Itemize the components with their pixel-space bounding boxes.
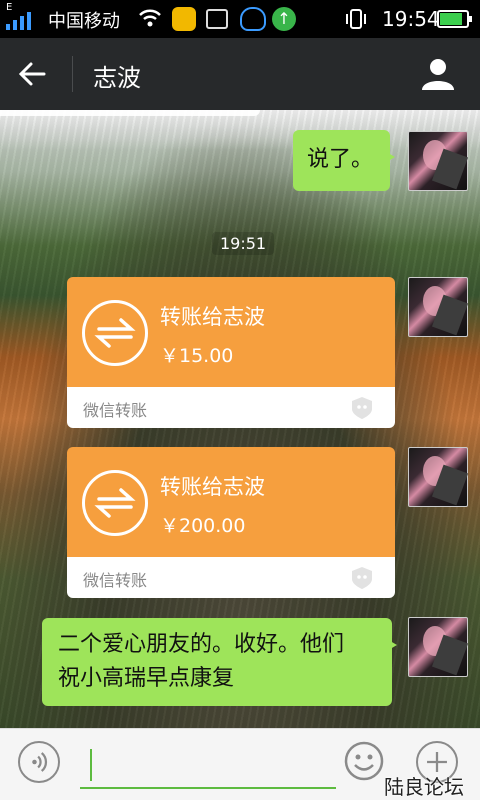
transfer-arrows-icon [82,470,148,536]
chat-area[interactable]: 说了。 19:51 转账给志波 ￥15.00 微信转账 转账给志波 ￥200.0… [0,110,480,728]
avatar[interactable] [408,617,468,677]
app-icon [172,7,196,31]
transfer-card-footer: 微信转账 [67,387,395,428]
vibrate-icon [346,9,366,29]
transfer-title: 转账给志波 [160,305,265,329]
transfer-title: 转账给志波 [160,475,265,499]
avatar[interactable] [408,447,468,507]
message-text-line: 二个爱心朋友的。收好。他们 [58,632,345,657]
message-timestamp: 19:51 [212,232,275,255]
input-bar: 陆良论坛 [0,728,480,800]
battery-icon [437,10,472,28]
transfer-amount: ￥200.00 [160,515,246,537]
qq-icon [240,7,266,31]
header-divider [72,56,73,92]
previous-message-edge [0,110,260,116]
chat-header: 志波 [0,38,480,110]
transfer-card-body: 转账给志波 ￥15.00 [67,277,395,387]
transfer-arrows-icon [82,300,148,366]
wechat-pay-icon [352,397,372,419]
transfer-amount: ￥15.00 [160,345,234,367]
voice-input-icon[interactable] [18,741,60,783]
wechat-pay-icon [352,567,372,589]
transfer-card-footer: 微信转账 [67,557,395,598]
transfer-card[interactable]: 转账给志波 ￥200.00 微信转账 [67,447,395,598]
transfer-label: 微信转账 [83,571,148,590]
message-bubble[interactable]: 二个爱心朋友的。收好。他们 祝小高瑞早点康复 [42,618,397,706]
upload-arrow-icon: ↑ [272,7,296,31]
image-icon [206,9,228,29]
back-arrow-icon[interactable] [16,58,48,90]
message-text-line: 祝小高瑞早点康复 [58,666,235,691]
chat-title: 志波 [93,64,141,92]
emoji-icon[interactable] [344,741,384,781]
status-bar: E 中国移动 ↑ 19:54 [0,0,480,38]
signal-strength-icon [6,12,31,30]
text-caret [90,749,92,781]
forum-watermark: 陆良论坛 [384,775,464,799]
transfer-label: 微信转账 [83,401,148,420]
battery-level [440,13,462,25]
profile-icon[interactable] [420,56,456,92]
avatar[interactable] [408,131,468,191]
wifi-icon [139,9,161,27]
message-bubble[interactable]: 说了。 [293,130,395,191]
status-time: 19:54 [382,7,440,31]
message-input[interactable] [80,743,336,789]
transfer-card-body: 转账给志波 ￥200.00 [67,447,395,557]
transfer-card[interactable]: 转账给志波 ￥15.00 微信转账 [67,277,395,428]
message-text: 说了。 [307,147,374,172]
carrier-name: 中国移动 [48,11,120,32]
avatar[interactable] [408,277,468,337]
